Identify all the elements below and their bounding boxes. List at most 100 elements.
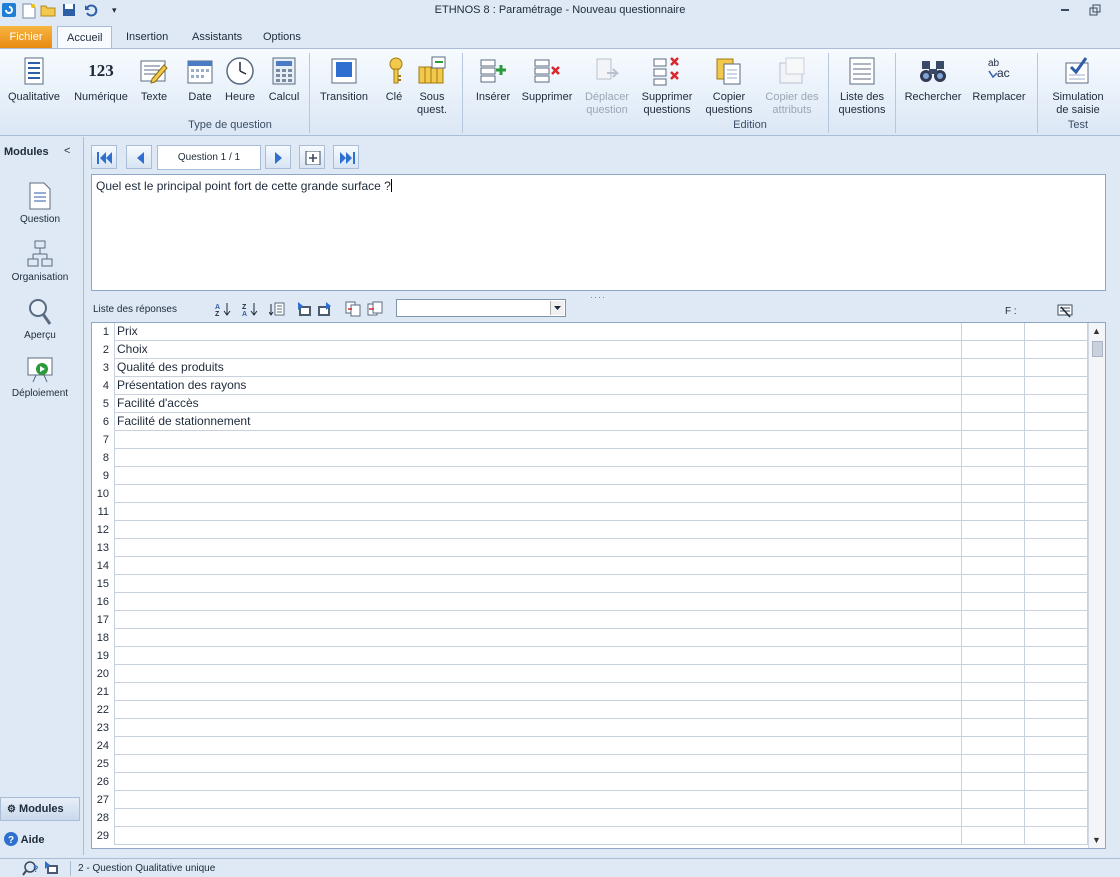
response-code-cell[interactable] <box>962 629 1025 647</box>
table-row[interactable]: 29 <box>92 827 1089 845</box>
response-code-cell[interactable] <box>962 557 1025 575</box>
table-row[interactable]: 7 <box>92 431 1089 449</box>
remplacer-button[interactable]: ab ac Remplacer <box>970 55 1028 104</box>
response-code-cell[interactable] <box>962 773 1025 791</box>
table-row[interactable]: 27 <box>92 791 1089 809</box>
liste-questions-button[interactable]: Liste des questions <box>836 55 888 117</box>
response-label-cell[interactable] <box>117 809 962 827</box>
response-label-cell[interactable] <box>117 593 962 611</box>
table-row[interactable]: 24 <box>92 737 1089 755</box>
module-deploiement[interactable]: Déploiement <box>0 355 80 399</box>
question-text-editor[interactable]: Quel est le principal point fort de cett… <box>91 174 1106 291</box>
response-code-cell[interactable] <box>962 683 1025 701</box>
response-f-cell[interactable] <box>1025 683 1088 701</box>
response-label-cell[interactable] <box>117 575 962 593</box>
table-row[interactable]: 1 Prix <box>92 323 1089 341</box>
response-f-cell[interactable] <box>1025 647 1088 665</box>
modules-button[interactable]: ⚙ Modules <box>0 797 80 821</box>
module-apercu[interactable]: Aperçu <box>0 297 80 341</box>
minimize-icon[interactable] <box>1058 3 1076 19</box>
response-f-cell[interactable] <box>1025 503 1088 521</box>
response-label-cell[interactable]: Choix <box>117 341 962 359</box>
response-code-cell[interactable] <box>962 665 1025 683</box>
response-code-cell[interactable] <box>962 431 1025 449</box>
response-f-cell[interactable] <box>1025 773 1088 791</box>
response-code-cell[interactable] <box>962 467 1025 485</box>
response-f-cell[interactable] <box>1025 791 1088 809</box>
response-f-cell[interactable] <box>1025 593 1088 611</box>
table-row[interactable]: 10 <box>92 485 1089 503</box>
previous-question-button[interactable] <box>126 145 152 169</box>
response-code-cell[interactable] <box>962 521 1025 539</box>
response-code-cell[interactable] <box>962 647 1025 665</box>
response-label-cell[interactable] <box>117 449 962 467</box>
response-code-cell[interactable] <box>962 395 1025 413</box>
response-label-cell[interactable] <box>117 773 962 791</box>
table-row[interactable]: 18 <box>92 629 1089 647</box>
table-row[interactable]: 14 <box>92 557 1089 575</box>
tab-insertion[interactable]: Insertion <box>117 26 177 48</box>
response-code-cell[interactable] <box>962 413 1025 431</box>
heure-button[interactable]: Heure <box>222 55 258 104</box>
response-label-cell[interactable] <box>117 701 962 719</box>
response-f-cell[interactable] <box>1025 431 1088 449</box>
response-f-cell[interactable] <box>1025 611 1088 629</box>
response-code-cell[interactable] <box>962 503 1025 521</box>
response-f-cell[interactable] <box>1025 377 1088 395</box>
response-f-cell[interactable] <box>1025 467 1088 485</box>
response-f-cell[interactable] <box>1025 323 1088 341</box>
response-label-cell[interactable] <box>117 827 962 845</box>
table-row[interactable]: 5 Facilité d'accès <box>92 395 1089 413</box>
module-organisation[interactable]: Organisation <box>0 239 80 283</box>
table-row[interactable]: 8 <box>92 449 1089 467</box>
response-code-cell[interactable] <box>962 719 1025 737</box>
table-row[interactable]: 15 <box>92 575 1089 593</box>
numerique-button[interactable]: 123 Numérique <box>70 55 132 104</box>
response-f-cell[interactable] <box>1025 719 1088 737</box>
table-row[interactable]: 13 <box>92 539 1089 557</box>
response-f-cell[interactable] <box>1025 521 1088 539</box>
response-code-cell[interactable] <box>962 701 1025 719</box>
response-code-cell[interactable] <box>962 827 1025 845</box>
table-row[interactable]: 19 <box>92 647 1089 665</box>
response-label-cell[interactable] <box>117 467 962 485</box>
sort-descending-icon[interactable]: ZA <box>242 301 258 317</box>
tab-assistants[interactable]: Assistants <box>183 26 251 48</box>
table-row[interactable]: 25 <box>92 755 1089 773</box>
tab-accueil[interactable]: Accueil <box>57 26 113 49</box>
table-row[interactable]: 23 <box>92 719 1089 737</box>
response-f-cell[interactable] <box>1025 359 1088 377</box>
response-code-cell[interactable] <box>962 575 1025 593</box>
response-label-cell[interactable] <box>117 557 962 575</box>
response-code-cell[interactable] <box>962 611 1025 629</box>
supprimer-questions-button[interactable]: Supprimer questions <box>640 55 694 117</box>
paste-list-icon[interactable] <box>367 301 383 317</box>
table-row[interactable]: 20 <box>92 665 1089 683</box>
response-code-cell[interactable] <box>962 737 1025 755</box>
deplacer-question-button[interactable]: Déplacer question <box>582 55 632 117</box>
response-f-cell[interactable] <box>1025 575 1088 593</box>
last-question-button[interactable] <box>333 145 359 169</box>
response-f-cell[interactable] <box>1025 449 1088 467</box>
response-code-cell[interactable] <box>962 341 1025 359</box>
search-help-icon[interactable]: ? <box>22 860 42 876</box>
table-row[interactable]: 12 <box>92 521 1089 539</box>
response-f-cell[interactable] <box>1025 827 1088 845</box>
response-f-cell[interactable] <box>1025 539 1088 557</box>
response-label-cell[interactable] <box>117 719 962 737</box>
transition-button[interactable]: Transition <box>318 55 370 104</box>
response-code-cell[interactable] <box>962 593 1025 611</box>
response-f-cell[interactable] <box>1025 809 1088 827</box>
responses-filter-select[interactable] <box>396 299 566 317</box>
response-f-cell[interactable] <box>1025 485 1088 503</box>
rechercher-button[interactable]: Rechercher <box>902 55 964 104</box>
restore-icon[interactable] <box>1088 3 1106 19</box>
response-label-cell[interactable] <box>117 611 962 629</box>
column-settings-icon[interactable] <box>1057 303 1073 319</box>
tab-options[interactable]: Options <box>254 26 310 48</box>
response-label-cell[interactable] <box>117 431 962 449</box>
response-code-cell[interactable] <box>962 539 1025 557</box>
copier-attributs-button[interactable]: Copier des attributs <box>762 55 822 117</box>
response-label-cell[interactable] <box>117 647 962 665</box>
inserer-button[interactable]: Insérer <box>472 55 514 104</box>
